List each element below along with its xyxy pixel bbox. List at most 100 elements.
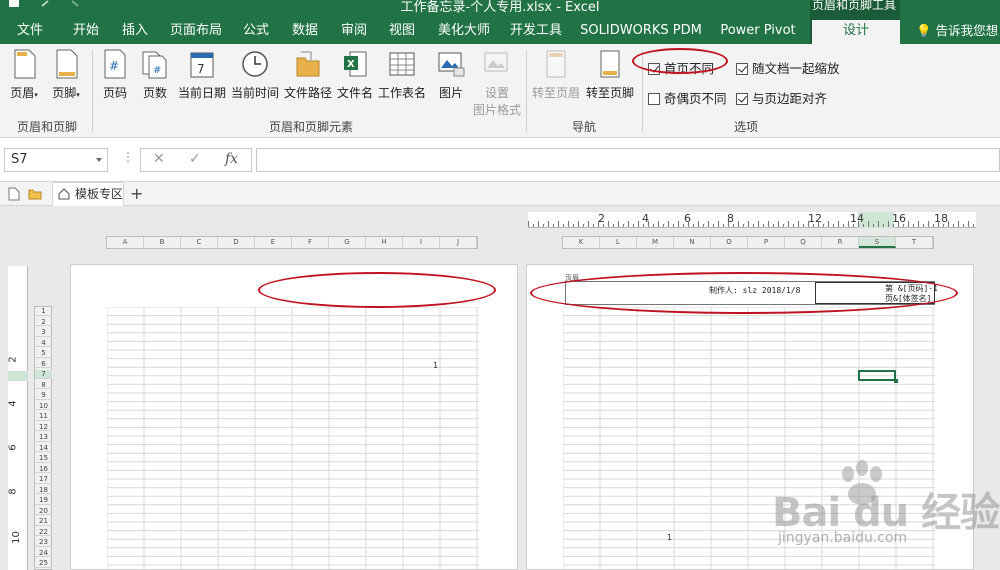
row-header-25[interactable]: 25 [35, 559, 52, 568]
current-time-button[interactable]: 当前时间 [229, 48, 281, 101]
row-header-17[interactable]: 17 [35, 475, 52, 484]
ribbon: 页眉▾ 页脚▾ 页眉和页脚 # 页码 # 页数 7 当前日期 当前时间 文件路径… [0, 44, 1000, 138]
redo-icon[interactable] [70, 0, 82, 8]
row-header-24[interactable]: 24 [35, 549, 52, 557]
scale-with-document-checkbox[interactable]: 随文档一起缩放 [736, 58, 840, 77]
chevron-down-icon[interactable] [96, 158, 102, 162]
column-header-s[interactable]: S [859, 237, 896, 248]
column-header-i[interactable]: I [403, 237, 440, 248]
tab-view[interactable]: 视图 [382, 20, 422, 44]
row-header-15[interactable]: 15 [35, 454, 52, 463]
format-picture-button[interactable]: 设置 图片格式 [470, 48, 524, 118]
formula-input[interactable] [256, 148, 1000, 172]
sheet-tab-template-zone[interactable]: 模板专区 [52, 182, 124, 206]
ruler-tick [823, 224, 824, 227]
cancel-icon[interactable]: ✕ [153, 151, 165, 167]
row-header-bar: 1 2 3 4 5 6 7 8 9 10 11 12 13 14 15 16 17 18 19 20 21 22 23 24 2… [34, 306, 52, 570]
current-date-button[interactable]: 7 当前日期 [176, 48, 228, 101]
column-header-e[interactable]: E [255, 237, 292, 248]
new-document-icon[interactable] [8, 187, 20, 201]
sheet-name-label: 工作表名 [377, 86, 426, 100]
align-with-margins-checkbox[interactable]: 与页边距对齐 [736, 88, 827, 107]
column-header-a[interactable]: A [107, 237, 144, 248]
row-header-7[interactable]: 7 [35, 370, 52, 379]
row-header-2[interactable]: 2 [35, 318, 52, 326]
tab-review[interactable]: 审阅 [334, 20, 374, 44]
insert-function-icon[interactable]: fx [225, 151, 238, 167]
tab-home[interactable]: 开始 [64, 20, 108, 44]
file-path-button[interactable]: 文件路径 [282, 48, 334, 101]
tab-beautify[interactable]: 美化大师 [432, 20, 496, 44]
row-header-12[interactable]: 12 [35, 423, 52, 431]
save-icon[interactable] [8, 0, 20, 8]
row-header-14[interactable]: 14 [35, 444, 52, 452]
row-header-13[interactable]: 13 [35, 433, 52, 442]
row-header-10[interactable]: 10 [35, 402, 52, 410]
column-header-l[interactable]: L [600, 237, 637, 248]
tab-formulas[interactable]: 公式 [236, 20, 276, 44]
tab-power-pivot[interactable]: Power Pivot [712, 20, 804, 44]
column-header-n[interactable]: N [674, 237, 711, 248]
row-header-16[interactable]: 16 [35, 465, 52, 473]
file-name-label: 文件名 [336, 86, 373, 100]
tab-page-layout[interactable]: 页面布局 [164, 20, 228, 44]
enter-icon[interactable]: ✓ [189, 151, 201, 167]
column-header-p[interactable]: P [748, 237, 785, 248]
footer-button[interactable]: 页脚▾ [48, 48, 84, 101]
column-header-k[interactable]: K [563, 237, 600, 248]
row-header-9[interactable]: 9 [35, 391, 52, 400]
column-header-m[interactable]: M [637, 237, 674, 248]
ruler-tick [948, 221, 949, 227]
name-box[interactable]: S7 [4, 148, 108, 172]
row-header-8[interactable]: 8 [35, 381, 52, 389]
row-header-20[interactable]: 20 [35, 507, 52, 515]
column-header-j[interactable]: J [440, 237, 477, 248]
row-header-1[interactable]: 1 [35, 307, 52, 316]
row-header-11[interactable]: 11 [35, 412, 52, 421]
row-header-5[interactable]: 5 [35, 349, 52, 358]
row-header-18[interactable]: 18 [35, 486, 52, 494]
column-header-o[interactable]: O [711, 237, 748, 248]
column-header-c[interactable]: C [181, 237, 218, 248]
file-name-button[interactable]: X 文件名 [336, 48, 374, 101]
row-header-21[interactable]: 21 [35, 517, 52, 526]
row-header-22[interactable]: 22 [35, 528, 52, 536]
folder-open-icon[interactable] [28, 188, 42, 200]
goto-header-button[interactable]: 转至页眉 [530, 48, 582, 101]
tab-developer[interactable]: 开发工具 [504, 20, 568, 44]
sheet-name-button[interactable]: 工作表名 [376, 48, 428, 101]
column-header-r[interactable]: R [822, 237, 859, 248]
undo-icon[interactable] [40, 0, 52, 8]
header-button[interactable]: 页眉▾ [6, 48, 42, 101]
page-count-button[interactable]: # 页数 [138, 48, 172, 101]
row-header-3[interactable]: 3 [35, 328, 52, 337]
tab-insert[interactable]: 插入 [114, 20, 156, 44]
column-header-h[interactable]: H [366, 237, 403, 248]
column-header-f[interactable]: F [292, 237, 329, 248]
tell-me-search[interactable]: 💡 告诉我您想 [916, 20, 998, 44]
ruler-tick [863, 224, 864, 227]
tab-solidworks-pdm[interactable]: SOLIDWORKS PDM [578, 20, 704, 44]
column-header-g[interactable]: G [329, 237, 366, 248]
formula-bar-buttons: ✕ ✓ fx [140, 148, 252, 172]
active-cell-s7[interactable] [858, 370, 898, 383]
column-header-q[interactable]: Q [785, 237, 822, 248]
row-header-4[interactable]: 4 [35, 339, 52, 347]
row-header-19[interactable]: 19 [35, 496, 52, 505]
column-header-b[interactable]: B [144, 237, 181, 248]
tab-data[interactable]: 数据 [284, 20, 326, 44]
ruler-number: 12 [808, 212, 822, 225]
cell-grid-page-1[interactable] [107, 307, 479, 570]
column-header-d[interactable]: D [218, 237, 255, 248]
column-header-t[interactable]: T [896, 237, 933, 248]
goto-footer-button[interactable]: 转至页脚 [584, 48, 636, 101]
page-number-button[interactable]: # 页码 [98, 48, 132, 101]
tab-file[interactable]: 文件 [8, 20, 52, 44]
add-sheet-button[interactable]: + [130, 184, 143, 203]
row-header-23[interactable]: 23 [35, 538, 52, 547]
ruler-tick [908, 221, 909, 227]
row-header-6[interactable]: 6 [35, 360, 52, 368]
different-odd-even-checkbox[interactable]: 奇偶页不同 [648, 88, 727, 107]
tab-design[interactable]: 设计 [812, 20, 900, 44]
picture-button[interactable]: 图片 [432, 48, 470, 101]
